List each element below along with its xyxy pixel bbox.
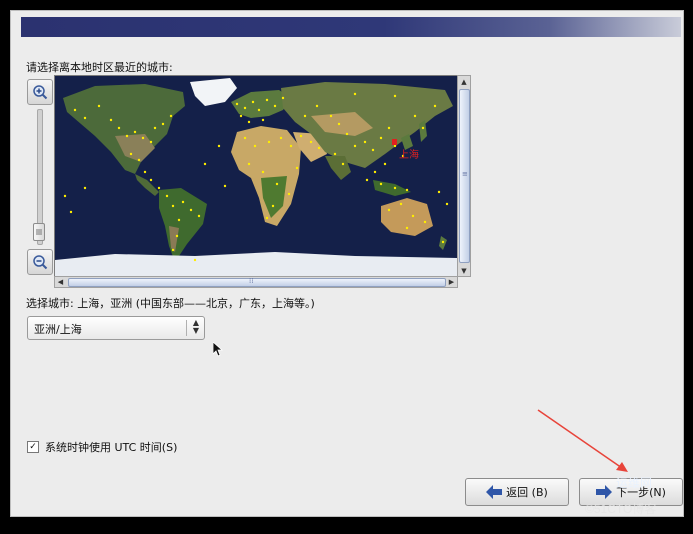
arrow-right-icon [596, 485, 613, 499]
grip-icon [36, 229, 42, 235]
scroll-down-icon[interactable]: ▼ [458, 265, 470, 276]
mouse-cursor-icon [212, 341, 224, 361]
grip-icon: ≡ [462, 170, 468, 178]
up-down-arrows-icon: ▲ ▼ [192, 318, 200, 335]
back-button[interactable]: 返回 (B) [465, 478, 569, 506]
selected-city-marker [392, 139, 397, 145]
map-vertical-scrollbar[interactable]: ▲ ≡ ▼ [457, 75, 471, 277]
selected-city-label: 上海 [399, 148, 419, 161]
timezone-select-value: 亚洲/上海 [34, 323, 82, 336]
select-divider [186, 320, 187, 336]
grip-icon: ⁞⁞ [249, 277, 254, 285]
world-map[interactable]: 上海 [54, 75, 458, 277]
zoom-in-icon [33, 85, 48, 100]
timezone-prompt: 请选择离本地时区最近的城市: [26, 61, 173, 74]
scroll-left-icon[interactable]: ◀ [55, 277, 66, 287]
watermark-site-name: 运维网 [616, 476, 653, 490]
selected-city-description: 选择城市: 上海，亚洲 (中国东部——北京，广东，上海等。) [26, 297, 315, 310]
scroll-right-icon[interactable]: ▶ [446, 277, 457, 287]
world-map-image: 上海 [55, 76, 457, 276]
map-vertical-scroll-thumb[interactable]: ≡ [459, 89, 470, 263]
watermark-blog-name: ©51CTO博客 [585, 502, 657, 516]
map-horizontal-scroll-thumb[interactable]: ⁞⁞ [68, 277, 446, 287]
back-button-label: 返回 (B) [506, 486, 548, 499]
zoom-out-button[interactable] [27, 249, 53, 275]
utc-checkbox[interactable]: ✓ [27, 441, 39, 453]
utc-checkbox-label[interactable]: 系统时钟使用 UTC 时间(S) [45, 439, 177, 455]
arrow-left-icon [486, 485, 503, 499]
zoom-slider-thumb[interactable] [33, 223, 45, 241]
timezone-select[interactable]: 亚洲/上海 ▲ ▼ [27, 316, 205, 340]
utc-checkbox-row[interactable]: ✓ 系统时钟使用 UTC 时间(S) [27, 439, 177, 455]
zoom-out-icon [33, 255, 48, 270]
map-horizontal-scrollbar[interactable]: ◀ ⁞⁞ ▶ [54, 276, 458, 288]
zoom-in-button[interactable] [27, 79, 53, 105]
installer-window: 请选择离本地时区最近的城市: 上海 ▲ ≡ ▼ ◀ ⁞⁞ ▶ 选择城市: 上海，… [10, 10, 684, 517]
scroll-up-icon[interactable]: ▲ [458, 76, 470, 87]
header-banner [21, 17, 681, 37]
